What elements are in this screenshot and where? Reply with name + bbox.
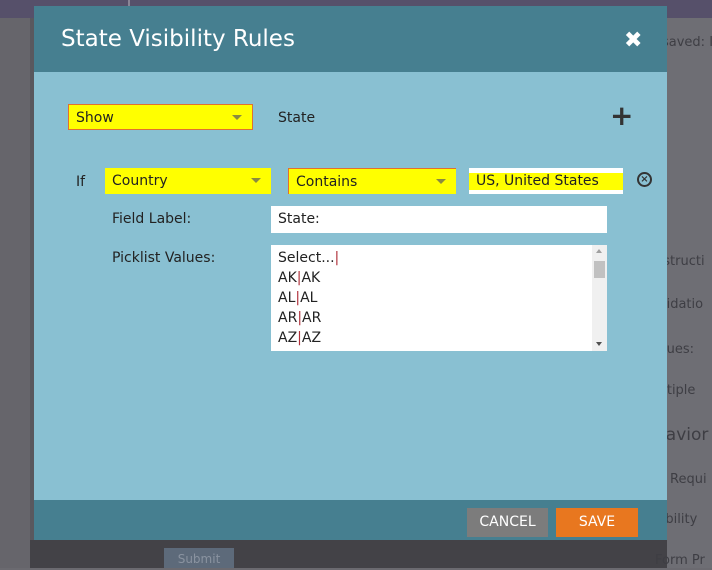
dialog-footer: CANCEL SAVE	[34, 500, 667, 540]
remove-condition-icon[interactable]: ×	[637, 172, 652, 187]
close-icon[interactable]: ✖	[624, 28, 642, 53]
left-panel	[0, 18, 30, 568]
chevron-down-icon	[436, 179, 446, 184]
dialog-title: State Visibility Rules	[61, 26, 295, 52]
field-label-label: Field Label:	[112, 211, 192, 227]
picklist-label-text: AZ	[301, 330, 322, 346]
scroll-down-icon[interactable]	[596, 342, 602, 346]
picklist-item: Select...|	[271, 248, 607, 268]
saved-status: saved: I	[662, 35, 712, 50]
if-label: If	[76, 174, 86, 190]
picklist-label-text: AK	[301, 270, 321, 286]
condition-operator-value: Contains	[296, 174, 358, 190]
picklist-values-textarea[interactable]: Select...| AK|AK AL|AL AR|AR AZ|AZ	[271, 245, 607, 351]
add-rule-icon[interactable]: +	[610, 102, 633, 130]
picklist-value: AK	[278, 270, 297, 286]
picklist-label-text: AR	[302, 310, 322, 326]
picklist-value: Select...	[278, 250, 335, 266]
dialog-header: State Visibility Rules ✖	[34, 6, 667, 72]
picklist-value: AL	[278, 290, 296, 306]
submit-button[interactable]: Submit	[164, 548, 234, 568]
picklist-item: AK|AK	[271, 268, 607, 288]
condition-value-input[interactable]: US, United States	[469, 168, 623, 194]
scrollbar[interactable]	[592, 245, 607, 351]
action-select[interactable]: Show	[68, 104, 253, 130]
picklist-label-text: AL	[300, 290, 318, 306]
picklist-value: AZ	[278, 330, 298, 346]
scroll-up-icon[interactable]	[596, 249, 602, 253]
cancel-button[interactable]: CANCEL	[467, 508, 548, 537]
picklist-item: AL|AL	[271, 288, 607, 308]
chevron-down-icon	[251, 178, 261, 183]
condition-field-value: Country	[112, 173, 168, 189]
scrollbar-thumb[interactable]	[594, 261, 605, 278]
picklist-value: AR	[278, 310, 298, 326]
picklist-label: Picklist Values:	[112, 250, 216, 266]
picklist-item: AZ|AZ	[271, 328, 607, 348]
save-button[interactable]: SAVE	[556, 508, 638, 537]
chevron-down-icon	[232, 115, 242, 120]
field-label-input[interactable]: State:	[271, 206, 607, 233]
condition-field-select[interactable]: Country	[105, 168, 271, 194]
separator: |	[334, 250, 340, 266]
bottom-bar	[30, 540, 670, 568]
side-label: Requi	[670, 472, 707, 487]
side-label: Form Pr	[655, 553, 705, 568]
action-select-value: Show	[76, 110, 114, 126]
state-visibility-dialog: State Visibility Rules ✖ Show State + If…	[34, 6, 667, 540]
picklist-item: AR|AR	[271, 308, 607, 328]
condition-operator-select[interactable]: Contains	[288, 168, 456, 194]
field-name: State	[278, 110, 316, 126]
